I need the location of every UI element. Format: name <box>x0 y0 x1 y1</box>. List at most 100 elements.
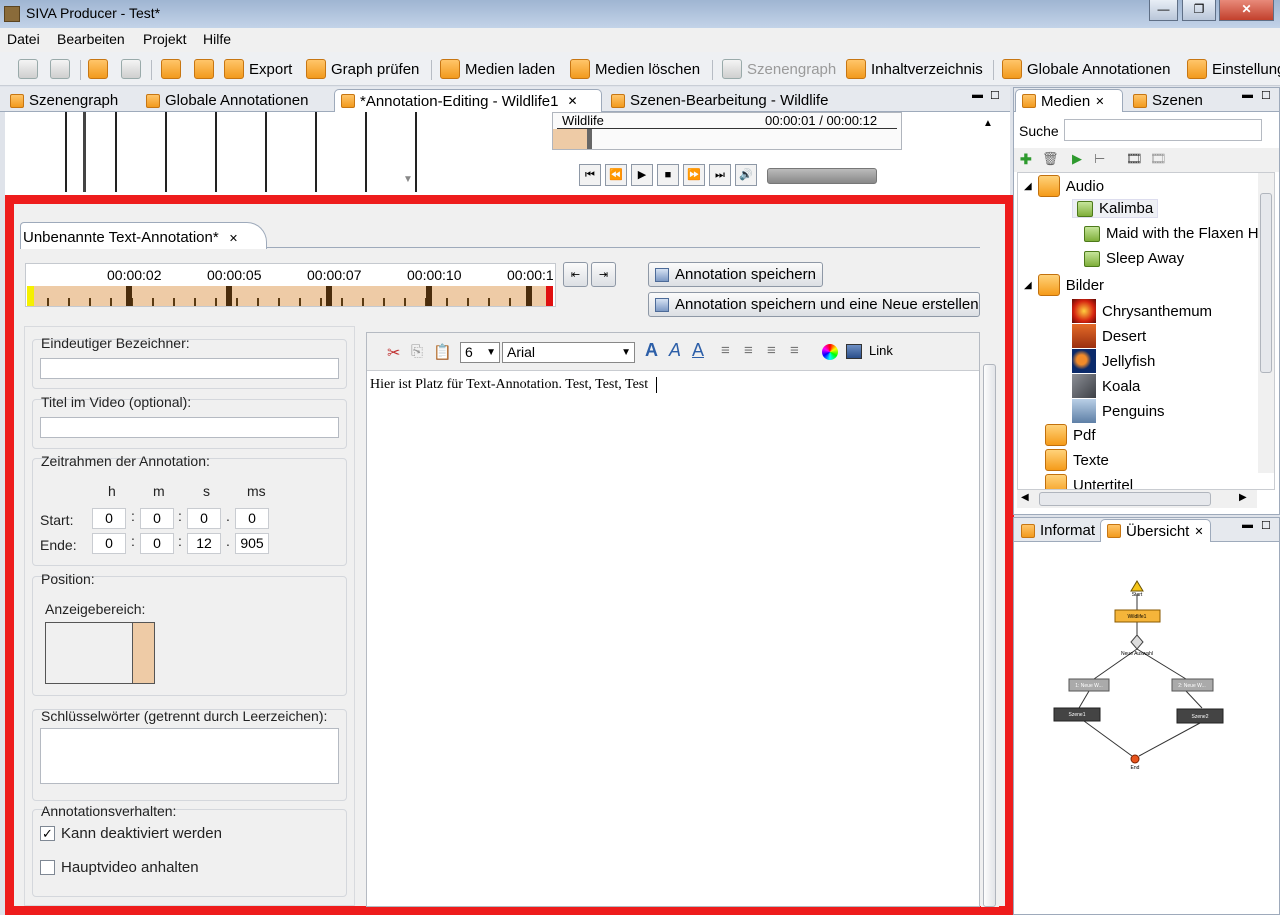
close-button[interactable]: ✕ <box>1219 0 1274 21</box>
play-icon[interactable]: ▶ <box>1072 151 1082 167</box>
align-center-icon[interactable]: ≡ <box>744 342 753 359</box>
film-remove-icon[interactable]: 🎞 <box>1150 151 1167 167</box>
tree-folder-bilder[interactable]: ◢ Bilder <box>1024 274 1104 296</box>
save-annotation-button[interactable]: Annotation speichern <box>648 262 823 287</box>
volume-icon[interactable]: 🔊 <box>735 164 757 186</box>
italic-icon[interactable]: A <box>669 340 681 361</box>
close-tab-icon[interactable]: ✕ <box>1194 525 1203 538</box>
new-button[interactable] <box>18 57 38 81</box>
cut-icon[interactable]: ✂ <box>387 343 400 363</box>
scrollbar-thumb[interactable] <box>1039 492 1211 506</box>
film-icon[interactable]: 🎞 <box>1126 151 1143 167</box>
align-right-icon[interactable]: ≡ <box>767 342 776 359</box>
tree-vertical-scrollbar[interactable] <box>1258 173 1274 473</box>
settings-button[interactable]: Einstellung <box>1187 57 1280 81</box>
play-icon[interactable]: ▶ <box>631 164 653 186</box>
close-tab-icon[interactable]: ✕ <box>229 233 238 245</box>
identifier-input[interactable] <box>40 358 339 379</box>
tree-folder-texte[interactable]: Texte <box>1045 449 1109 471</box>
menu-bearbeiten[interactable]: Bearbeiten <box>57 31 125 47</box>
video-title-input[interactable] <box>40 417 339 438</box>
tree-item-chrysanthemum[interactable]: Chrysanthemum <box>1072 299 1212 323</box>
tree-item-koala[interactable]: Koala <box>1072 374 1140 398</box>
scroll-right-icon[interactable]: ▶ <box>1239 492 1247 503</box>
add-icon[interactable]: ✚ <box>1020 151 1032 168</box>
annotation-area-marker[interactable] <box>132 623 154 683</box>
save-as-button[interactable] <box>194 57 214 81</box>
save-and-new-button[interactable]: Annotation speichern und eine Neue erste… <box>648 292 980 317</box>
step-forward-icon[interactable]: ⏩ <box>683 164 705 186</box>
end-seconds-input[interactable]: 12 <box>187 533 221 554</box>
minimize-view-icon[interactable]: ▬ <box>972 89 983 101</box>
start-hours-input[interactable]: 0 <box>92 508 126 529</box>
tree-folder-untertitel[interactable]: Untertitel <box>1045 474 1133 489</box>
tab-scenes[interactable]: Szenen <box>1127 89 1209 112</box>
start-milliseconds-input[interactable]: 0 <box>235 508 269 529</box>
link-button[interactable]: Link <box>869 343 893 358</box>
tree-item-kalimba[interactable]: Kalimba <box>1072 199 1159 218</box>
collapse-icon[interactable]: ◢ <box>1024 181 1032 192</box>
align-left-icon[interactable]: ≡ <box>721 342 730 359</box>
save-all-button[interactable] <box>50 57 70 81</box>
paste-icon[interactable]: 📋 <box>433 343 452 361</box>
tree-item-jellyfish[interactable]: Jellyfish <box>1072 349 1155 373</box>
load-media-button[interactable]: Medien laden <box>440 57 555 81</box>
keywords-input[interactable] <box>40 728 339 784</box>
align-justify-icon[interactable]: ≡ <box>790 342 799 359</box>
skip-start-icon[interactable]: ⏮ <box>579 164 601 186</box>
tree-item-penguins[interactable]: Penguins <box>1072 399 1165 423</box>
minimize-button[interactable]: — <box>1149 0 1178 21</box>
tree-folder-pdf[interactable]: Pdf <box>1045 424 1096 446</box>
pause-video-checkbox[interactable] <box>40 860 55 875</box>
tab-annotation-editing[interactable]: *Annotation-Editing - Wildlife1 ✕ <box>334 89 602 112</box>
tree-folder-audio[interactable]: ◢ Audio <box>1024 175 1104 197</box>
redo-button[interactable] <box>121 57 141 81</box>
annotation-timeline[interactable]: 00:00:02 00:00:05 00:00:07 00:00:10 00:0… <box>25 263 556 307</box>
tree-item-maid[interactable]: Maid with the Flaxen H <box>1084 225 1259 242</box>
search-input[interactable] <box>1064 119 1262 141</box>
start-seconds-input[interactable]: 0 <box>187 508 221 529</box>
toc-button[interactable]: Inhaltverzeichnis <box>846 57 983 81</box>
tab-overview[interactable]: Übersicht ✕ <box>1100 519 1211 542</box>
stop-icon[interactable]: ■ <box>657 164 679 186</box>
minimize-view-icon[interactable]: ▬ <box>1242 89 1253 101</box>
tree-item-desert[interactable]: Desert <box>1072 324 1146 348</box>
tab-global-annotations[interactable]: Globale Annotationen <box>140 89 314 112</box>
bold-icon[interactable]: A <box>645 340 658 361</box>
export-button[interactable]: Export <box>224 57 292 81</box>
copy-icon[interactable]: ⎘ <box>411 343 423 360</box>
menu-datei[interactable]: Datei <box>7 31 40 47</box>
maximize-view-icon[interactable]: ☐ <box>990 89 1000 102</box>
scroll-left-icon[interactable]: ◀ <box>1021 492 1029 503</box>
font-size-select[interactable]: 6 ▼ <box>460 342 500 363</box>
scrollbar-thumb[interactable] <box>983 364 996 907</box>
maximize-view-icon[interactable]: ☐ <box>1261 89 1271 102</box>
progress-handle[interactable] <box>587 129 592 149</box>
close-tab-icon[interactable]: ✕ <box>567 94 577 108</box>
start-minutes-input[interactable]: 0 <box>140 508 174 529</box>
end-handle[interactable] <box>546 286 553 306</box>
start-handle[interactable] <box>27 286 34 306</box>
global-annotations-button[interactable]: Globale Annotationen <box>1002 57 1170 81</box>
display-area-box[interactable] <box>45 622 155 684</box>
undo-button[interactable] <box>88 57 108 81</box>
menu-hilfe[interactable]: Hilfe <box>203 31 231 47</box>
end-hours-input[interactable]: 0 <box>92 533 126 554</box>
tab-scene-editing[interactable]: Szenen-Bearbeitung - Wildlife <box>605 89 834 112</box>
volume-slider[interactable] <box>767 168 877 184</box>
scroll-up-icon[interactable]: ▲ <box>983 118 993 129</box>
tab-media[interactable]: Medien ✕ <box>1015 89 1123 112</box>
tree-horizontal-scrollbar[interactable]: ◀ ▶ <box>1017 490 1257 508</box>
text-editor-area[interactable]: Hier ist Platz für Text-Annotation. Test… <box>367 371 979 906</box>
maximize-button[interactable]: ❐ <box>1182 0 1216 21</box>
tab-information[interactable]: Informat <box>1015 519 1101 542</box>
trash-icon[interactable]: 🗑 <box>1042 151 1059 167</box>
font-family-select[interactable]: Arial ▼ <box>502 342 635 363</box>
save-button[interactable] <box>161 57 181 81</box>
graph-check-button[interactable]: Graph prüfen <box>306 57 419 81</box>
end-minutes-input[interactable]: 0 <box>140 533 174 554</box>
maximize-view-icon[interactable]: ☐ <box>1261 519 1271 532</box>
insert-image-icon[interactable] <box>846 344 862 359</box>
delete-media-button[interactable]: Medien löschen <box>570 57 700 81</box>
end-milliseconds-input[interactable]: 905 <box>235 533 269 554</box>
